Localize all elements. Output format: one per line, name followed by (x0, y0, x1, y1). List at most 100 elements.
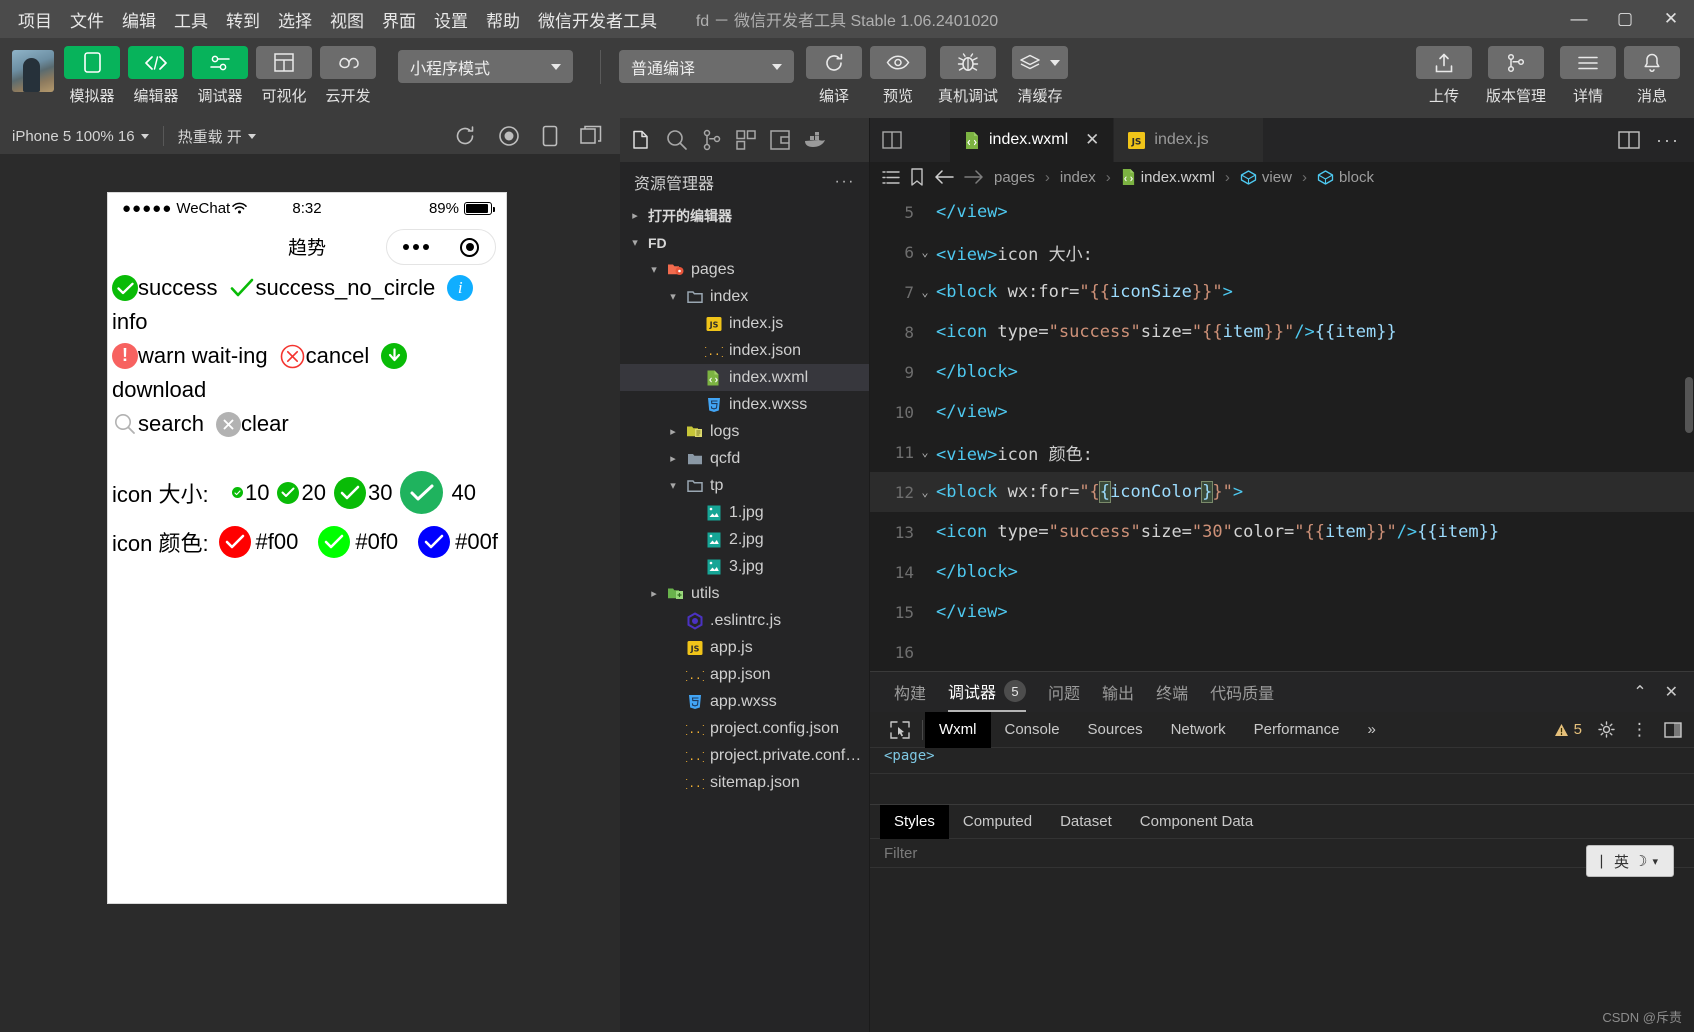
extensions-icon[interactable] (736, 130, 756, 150)
rotate-icon[interactable] (542, 125, 558, 147)
tree-file-row[interactable]: app.wxss (620, 688, 869, 715)
devtools-tab-wxml[interactable]: Wxml (925, 711, 991, 748)
back-arrow-icon[interactable] (934, 170, 954, 184)
window-icon[interactable] (580, 125, 602, 145)
tree-section[interactable]: ▾ FD (620, 229, 869, 256)
menu-item-interface[interactable]: 界面 (374, 3, 424, 36)
tree-file-row[interactable]: .eslintrc.js (620, 607, 869, 634)
fold-chevron-icon[interactable]: ⌄ (914, 285, 936, 299)
panel-tab-item[interactable]: 构建 (894, 672, 926, 712)
toolbar-button-messages[interactable]: 消息 (1624, 46, 1680, 106)
close-panel-icon[interactable]: ✕ (1665, 682, 1678, 702)
toolbar-button-simulator[interactable]: 模拟器 (64, 46, 120, 106)
tree-file-row[interactable]: index.wxss (620, 391, 869, 418)
close-icon[interactable]: ✕ (1085, 130, 1099, 150)
chevron-down-icon[interactable]: ▾ (1652, 855, 1658, 868)
styles-tab-styles[interactable]: Styles (880, 804, 949, 839)
tree-file-row[interactable]: 1.jpg (620, 499, 869, 526)
device-select[interactable]: iPhone 5 100% 16 (0, 128, 149, 145)
breadcrumb-item-file[interactable]: index.wxml (1121, 168, 1215, 186)
chevron-right-icon[interactable]: ▸ (666, 425, 680, 438)
more-icon[interactable]: ··· (835, 173, 855, 191)
styles-tab-computed[interactable]: Computed (949, 805, 1046, 839)
code-line[interactable]: 7 ⌄ <block wx:for="{{iconSize}}"> (870, 272, 1694, 312)
tree-section[interactable]: ▸ 打开的编辑器 (620, 202, 869, 229)
tree-file-row[interactable]: JS app.js (620, 634, 869, 661)
minimize-button[interactable]: — (1556, 0, 1602, 38)
tree-file-row[interactable]: {..} app.json (620, 661, 869, 688)
tree-file-row[interactable]: {..} project.config.json (620, 715, 869, 742)
breadcrumb-item-view[interactable]: view (1240, 169, 1292, 186)
code-line[interactable]: 14 </block> (870, 552, 1694, 592)
toolbar-button-upload[interactable]: 上传 (1416, 46, 1472, 106)
panel-tab-item[interactable]: 问题 (1048, 672, 1080, 712)
chevron-down-icon[interactable]: ▾ (647, 263, 661, 276)
close-button[interactable]: ✕ (1648, 0, 1694, 38)
breadcrumb-item-pages[interactable]: pages (994, 169, 1035, 186)
forward-arrow-icon[interactable] (964, 170, 984, 184)
menu-item-goto[interactable]: 转到 (218, 3, 268, 36)
devtools-tab-sources[interactable]: Sources (1074, 712, 1157, 748)
tree-file-row[interactable]: index.wxml (620, 364, 869, 391)
editor-tab-index-js[interactable]: JS index.js (1114, 118, 1265, 162)
bookmark-icon[interactable] (910, 168, 924, 186)
avatar[interactable] (12, 50, 54, 92)
menu-item-tools[interactable]: 工具 (166, 3, 216, 36)
inspect-element-icon[interactable] (890, 720, 910, 739)
toolbar-button-clearcache[interactable]: 清缓存 (1010, 46, 1070, 106)
menu-item-edit[interactable]: 编辑 (114, 3, 164, 36)
menu-item-devtools[interactable]: 微信开发者工具 (530, 3, 665, 36)
tree-file-row[interactable]: ▾ pages (620, 256, 869, 283)
tree-file-row[interactable]: ▸ utils (620, 580, 869, 607)
toolbar-button-details[interactable]: 详情 (1560, 46, 1616, 106)
panel-tab-item[interactable]: 代码质量 (1210, 672, 1274, 712)
dock-icon[interactable] (1664, 721, 1682, 738)
chevron-right-icon[interactable]: ▸ (628, 209, 642, 222)
toolbar-button-visualize[interactable]: 可视化 (256, 46, 312, 106)
chevron-down-icon[interactable]: ▾ (666, 290, 680, 303)
hot-reload-select[interactable]: 热重载 开 (178, 126, 256, 147)
more-vertical-icon[interactable]: ⋮ (1631, 720, 1648, 740)
menu-item-select[interactable]: 选择 (270, 3, 320, 36)
menu-item-project[interactable]: 项目 (10, 3, 60, 36)
editor-tab-index-wxml[interactable]: index.wxml ✕ (950, 118, 1115, 162)
fold-chevron-icon[interactable]: ⌄ (914, 445, 936, 459)
tree-file-row[interactable]: JS index.js (620, 310, 869, 337)
code-line[interactable]: 13 <icon type="success"size="30"color="{{… (870, 512, 1694, 552)
code-line[interactable]: 6 ⌄ <view>icon 大小: (870, 232, 1694, 272)
toolbar-button-editor[interactable]: 编辑器 (128, 46, 184, 106)
panel-tab-item[interactable]: 输出 (1102, 672, 1134, 712)
collapse-panel-icon[interactable]: ⌃ (1633, 682, 1646, 702)
more-icon[interactable]: ··· (1656, 130, 1680, 151)
toolbar-button-preview[interactable]: 预览 (870, 46, 926, 106)
code-line[interactable]: 12 ⌄ <block wx:for="{{iconColor}}"> (870, 472, 1694, 512)
tree-file-row[interactable]: 3.jpg (620, 553, 869, 580)
toolbar-button-version[interactable]: 版本管理 (1480, 46, 1552, 106)
moon-icon[interactable]: ☽ (1634, 852, 1647, 870)
toolbar-button-cloud[interactable]: 云开发 (320, 46, 376, 106)
code-editor[interactable]: 5 </view> 6 ⌄ <view>icon 大小: 7 ⌄ <block wx:for=… (870, 192, 1694, 671)
devtools-overflow-icon[interactable]: » (1353, 712, 1389, 748)
tree-file-row[interactable]: ▾ tp (620, 472, 869, 499)
compare-icon[interactable] (770, 130, 790, 150)
chevron-down-icon[interactable]: ▾ (666, 479, 680, 492)
filter-input[interactable]: Filter (870, 838, 1694, 868)
split-editor-icon[interactable] (1618, 131, 1640, 149)
tree-file-row[interactable]: ▸ qcfd (620, 445, 869, 472)
chevron-down-icon[interactable]: ▾ (628, 236, 642, 249)
refresh-icon[interactable] (454, 125, 476, 147)
split-editor-icon[interactable] (882, 131, 902, 149)
toolbar-button-realdevice[interactable]: 真机调试 (934, 46, 1002, 106)
search-icon[interactable] (666, 129, 688, 151)
code-line[interactable]: 15 </view> (870, 592, 1694, 632)
breadcrumb-item-index[interactable]: index (1060, 169, 1096, 186)
panel-tab-active[interactable]: 调试器 5 (948, 672, 1027, 712)
devtools-tab-network[interactable]: Network (1157, 712, 1240, 748)
code-line[interactable]: 11 ⌄ <view>icon 颜色: (870, 432, 1694, 472)
tree-file-row[interactable]: 2.jpg (620, 526, 869, 553)
code-line[interactable]: 8 <icon type="success"size="{{item}}"/>{{… (870, 312, 1694, 352)
panel-tab-item[interactable]: 终端 (1156, 672, 1188, 712)
source-control-icon[interactable] (702, 129, 722, 151)
toolbar-button-compile[interactable]: 编译 (806, 46, 862, 106)
record-icon[interactable] (498, 125, 520, 147)
